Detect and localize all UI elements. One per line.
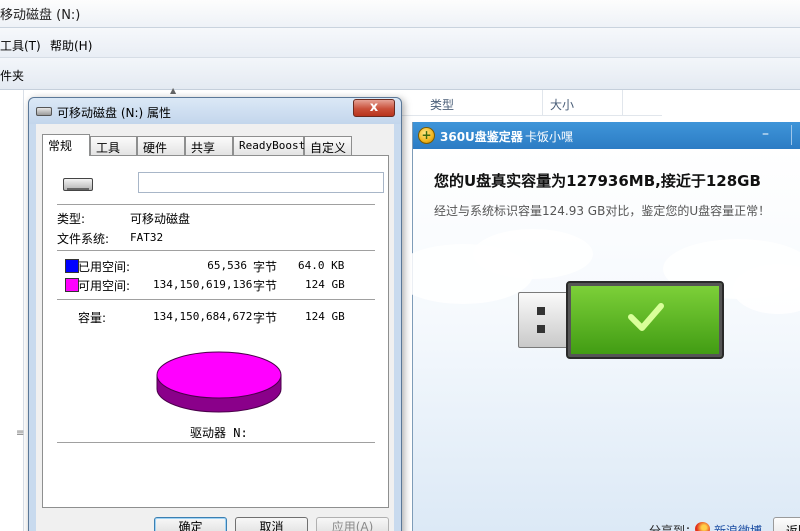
capacity-bytes: 134,150,684,672 (153, 310, 253, 323)
volume-label-input[interactable] (138, 172, 384, 193)
column-size[interactable]: 大小 (550, 96, 574, 113)
divider (57, 442, 375, 443)
minimize-button[interactable]: – (748, 125, 783, 145)
tab-hardware[interactable]: 硬件 (137, 136, 185, 155)
splitter-grip-icon[interactable]: ≡ (16, 428, 24, 439)
menu-help[interactable]: 帮助(H) (50, 37, 92, 54)
share-label: 分享到： (649, 524, 698, 531)
dialog-body: 常规 工具 硬件 共享 ReadyBoost 自定义 类型: 可移动磁盘 文件系… (36, 124, 394, 531)
used-space-label: 已用空间: (78, 260, 131, 274)
sort-caret-icon: ▲ (170, 86, 177, 95)
explorer-title: 移动磁盘 (N:) (0, 8, 81, 23)
capacity-unit: 字节 (253, 311, 278, 325)
weibo-share-link[interactable]: 新浪微博 (714, 522, 762, 531)
explorer-title-bar: 移动磁盘 (N:) (0, 0, 800, 28)
explorer-menubar: 工具(T) 帮助(H) (0, 28, 800, 58)
drive-icon (36, 107, 52, 116)
free-space-human: 124 GB (305, 278, 345, 291)
weibo-icon[interactable] (695, 522, 710, 531)
usb-drive-ok-icon (566, 281, 724, 359)
capacity-result-description: 经过与系统标识容量124.93 GB对比，鉴定您的U盘容量正常！ (434, 204, 771, 218)
dialog-title: 可移动磁盘 (N:) 属性 (57, 106, 172, 120)
free-space-bytes: 134,150,619,136 (153, 278, 253, 291)
tab-sharing[interactable]: 共享 (185, 136, 233, 155)
type-value: 可移动磁盘 (130, 212, 191, 226)
filesystem-label: 文件系统: (57, 232, 110, 246)
back-button[interactable]: 返回 (773, 517, 800, 531)
general-tab-panel: 类型: 可移动磁盘 文件系统: FAT32 已用空间: 65,536 字节 64… (42, 155, 389, 508)
usb-checker-window: + 360U盘鉴定器 卡饭小嘿 – 您的U盘真实容量为127936MB,接近于1… (393, 122, 800, 531)
capacity-result-headline: 您的U盘真实容量为127936MB,接近于128GB (434, 172, 761, 190)
drive-letter-label: 驱动器 N: (190, 426, 248, 440)
drive-properties-dialog: 可移动磁盘 (N:) 属性 x 常规 工具 硬件 共享 ReadyBoost 自… (28, 97, 402, 531)
removable-drive-icon (63, 178, 93, 191)
used-space-unit: 字节 (253, 260, 278, 274)
capacity-label: 容量: (78, 311, 107, 325)
column-divider[interactable] (542, 90, 543, 116)
filesystem-value: FAT32 (130, 231, 164, 244)
usb-checker-content: 您的U盘真实容量为127936MB,接近于128GB 经过与系统标识容量124.… (393, 149, 800, 531)
column-divider[interactable] (622, 90, 623, 116)
ok-button[interactable]: 确定 (154, 517, 227, 531)
type-label: 类型: (57, 212, 86, 226)
usb-pin-icon (537, 307, 545, 315)
usb-checker-subtitle: 卡饭小嘿 (525, 130, 574, 144)
divider (57, 250, 375, 251)
explorer-toolbar: 件夹 (0, 58, 800, 90)
column-type[interactable]: 类型 (430, 96, 454, 113)
explorer-nav-pane: ≡ (0, 90, 24, 531)
menu-tools[interactable]: 工具(T) (0, 37, 41, 54)
used-space-bytes: 65,536 (207, 259, 247, 272)
free-space-swatch (65, 278, 79, 292)
usb-connector-icon (518, 292, 568, 348)
apply-button[interactable]: 应用(A) (316, 517, 389, 531)
cloud-decoration (473, 229, 593, 279)
explorer-column-header: 类型 大小 (402, 90, 662, 116)
free-space-unit: 字节 (253, 279, 278, 293)
capacity-human: 124 GB (305, 310, 345, 323)
tab-general[interactable]: 常规 (42, 134, 90, 156)
maximize-button[interactable] (791, 125, 800, 145)
new-folder-button[interactable]: 件夹 (0, 67, 24, 84)
plus-logo-icon: + (418, 127, 435, 144)
divider (57, 299, 375, 300)
used-space-swatch (65, 259, 79, 273)
tab-readyboost[interactable]: ReadyBoost (233, 136, 305, 155)
checkmark-icon (628, 303, 664, 331)
usb-checker-title: 360U盘鉴定器 (440, 130, 523, 144)
dialog-title-bar: 可移动磁盘 (N:) 属性 x (29, 98, 401, 124)
disk-usage-pie-chart (156, 351, 282, 413)
tab-tools[interactable]: 工具 (90, 136, 137, 155)
tab-customize[interactable]: 自定义 (304, 136, 352, 155)
free-space-label: 可用空间: (78, 279, 131, 293)
divider (57, 204, 375, 205)
usb-checker-title-bar: + 360U盘鉴定器 卡饭小嘿 – (413, 122, 800, 149)
cancel-button[interactable]: 取消 (235, 517, 308, 531)
usb-pin-icon (537, 325, 545, 333)
used-space-human: 64.0 KB (298, 259, 345, 272)
close-button[interactable]: x (353, 99, 395, 117)
